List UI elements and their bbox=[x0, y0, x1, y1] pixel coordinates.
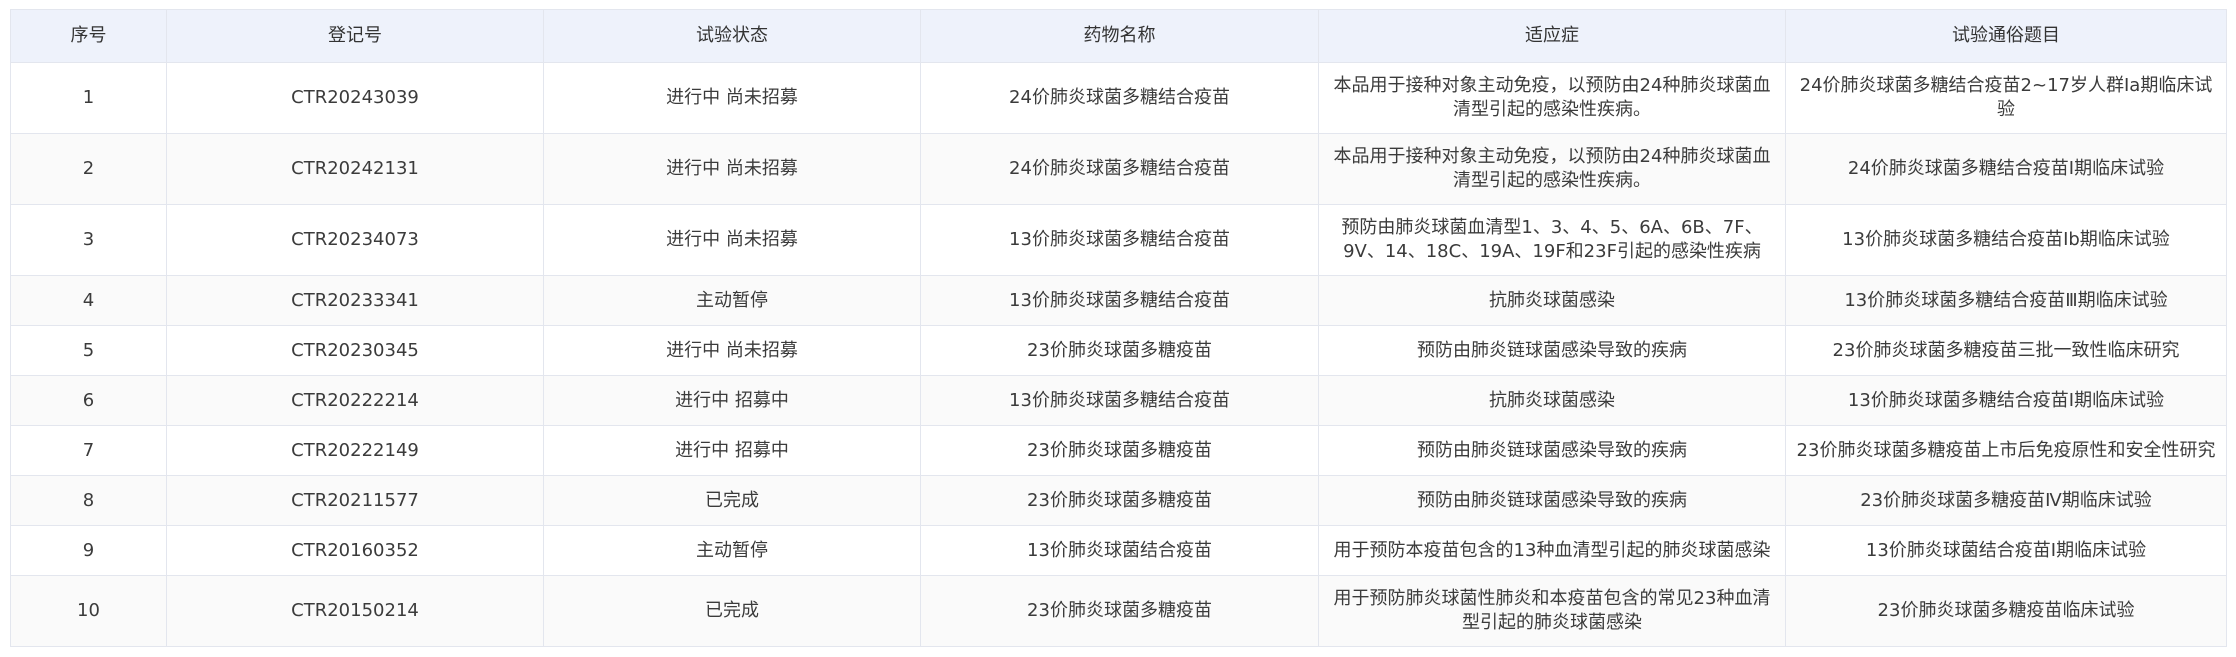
cell-registration: CTR20242131 bbox=[166, 133, 544, 205]
clinical-trials-table: 序号 登记号 试验状态 药物名称 适应症 试验通俗题目 1 CTR2024303… bbox=[10, 9, 2227, 647]
cell-registration: CTR20233341 bbox=[166, 275, 544, 326]
cell-status: 主动暂停 bbox=[543, 275, 921, 326]
table-row: 6 CTR20222214 进行中 招募中 13价肺炎球菌多糖结合疫苗 抗肺炎球… bbox=[10, 375, 2227, 426]
cell-drug: 23价肺炎球菌多糖疫苗 bbox=[920, 425, 1319, 476]
cell-title: 23价肺炎球菌多糖疫苗临床试验 bbox=[1785, 575, 2227, 647]
table-row: 5 CTR20230345 进行中 尚未招募 23价肺炎球菌多糖疫苗 预防由肺炎… bbox=[10, 325, 2227, 376]
cell-drug: 23价肺炎球菌多糖疫苗 bbox=[920, 575, 1319, 647]
cell-drug: 23价肺炎球菌多糖疫苗 bbox=[920, 325, 1319, 376]
column-header-indication: 适应症 bbox=[1318, 9, 1786, 63]
cell-status: 进行中 尚未招募 bbox=[543, 204, 921, 276]
cell-indication: 本品用于接种对象主动免疫，以预防由24种肺炎球菌血清型引起的感染性疾病。 bbox=[1318, 133, 1786, 205]
table-row: 4 CTR20233341 主动暂停 13价肺炎球菌多糖结合疫苗 抗肺炎球菌感染… bbox=[10, 275, 2227, 326]
cell-status: 进行中 尚未招募 bbox=[543, 133, 921, 205]
cell-no: 9 bbox=[10, 525, 167, 576]
cell-status: 进行中 尚未招募 bbox=[543, 325, 921, 376]
cell-status: 已完成 bbox=[543, 475, 921, 526]
table-row: 3 CTR20234073 进行中 尚未招募 13价肺炎球菌多糖结合疫苗 预防由… bbox=[10, 204, 2227, 276]
table-row: 2 CTR20242131 进行中 尚未招募 24价肺炎球菌多糖结合疫苗 本品用… bbox=[10, 133, 2227, 205]
cell-indication: 抗肺炎球菌感染 bbox=[1318, 375, 1786, 426]
cell-indication: 本品用于接种对象主动免疫，以预防由24种肺炎球菌血清型引起的感染性疾病。 bbox=[1318, 62, 1786, 134]
cell-no: 2 bbox=[10, 133, 167, 205]
cell-registration: CTR20160352 bbox=[166, 525, 544, 576]
cell-drug: 13价肺炎球菌多糖结合疫苗 bbox=[920, 275, 1319, 326]
cell-title: 13价肺炎球菌多糖结合疫苗Ⅰb期临床试验 bbox=[1785, 204, 2227, 276]
table-row: 1 CTR20243039 进行中 尚未招募 24价肺炎球菌多糖结合疫苗 本品用… bbox=[10, 62, 2227, 134]
cell-status: 已完成 bbox=[543, 575, 921, 647]
cell-status: 进行中 招募中 bbox=[543, 425, 921, 476]
cell-indication: 用于预防肺炎球菌性肺炎和本疫苗包含的常见23种血清型引起的肺炎球菌感染 bbox=[1318, 575, 1786, 647]
cell-title: 23价肺炎球菌多糖疫苗Ⅳ期临床试验 bbox=[1785, 475, 2227, 526]
cell-indication: 预防由肺炎球菌血清型1、3、4、5、6A、6B、7F、9V、14、18C、19A… bbox=[1318, 204, 1786, 276]
cell-drug: 13价肺炎球菌结合疫苗 bbox=[920, 525, 1319, 576]
cell-title: 13价肺炎球菌多糖结合疫苗Ⅲ期临床试验 bbox=[1785, 275, 2227, 326]
cell-drug: 24价肺炎球菌多糖结合疫苗 bbox=[920, 62, 1319, 134]
cell-indication: 预防由肺炎链球菌感染导致的疾病 bbox=[1318, 425, 1786, 476]
cell-no: 10 bbox=[10, 575, 167, 647]
cell-indication: 预防由肺炎链球菌感染导致的疾病 bbox=[1318, 325, 1786, 376]
cell-status: 主动暂停 bbox=[543, 525, 921, 576]
cell-registration: CTR20234073 bbox=[166, 204, 544, 276]
cell-title: 13价肺炎球菌多糖结合疫苗Ⅰ期临床试验 bbox=[1785, 375, 2227, 426]
cell-title: 13价肺炎球菌结合疫苗Ⅰ期临床试验 bbox=[1785, 525, 2227, 576]
cell-status: 进行中 尚未招募 bbox=[543, 62, 921, 134]
cell-indication: 抗肺炎球菌感染 bbox=[1318, 275, 1786, 326]
column-header-status: 试验状态 bbox=[543, 9, 921, 63]
table-row: 8 CTR20211577 已完成 23价肺炎球菌多糖疫苗 预防由肺炎链球菌感染… bbox=[10, 475, 2227, 526]
table-header: 序号 登记号 试验状态 药物名称 适应症 试验通俗题目 bbox=[10, 9, 2227, 63]
cell-title: 24价肺炎球菌多糖结合疫苗2~17岁人群Ⅰa期临床试验 bbox=[1785, 62, 2227, 134]
column-header-registration: 登记号 bbox=[166, 9, 544, 63]
table-body: 1 CTR20243039 进行中 尚未招募 24价肺炎球菌多糖结合疫苗 本品用… bbox=[10, 62, 2227, 647]
cell-drug: 13价肺炎球菌多糖结合疫苗 bbox=[920, 204, 1319, 276]
cell-no: 6 bbox=[10, 375, 167, 426]
cell-registration: CTR20243039 bbox=[166, 62, 544, 134]
cell-indication: 预防由肺炎链球菌感染导致的疾病 bbox=[1318, 475, 1786, 526]
cell-no: 3 bbox=[10, 204, 167, 276]
cell-drug: 23价肺炎球菌多糖疫苗 bbox=[920, 475, 1319, 526]
cell-drug: 13价肺炎球菌多糖结合疫苗 bbox=[920, 375, 1319, 426]
cell-drug: 24价肺炎球菌多糖结合疫苗 bbox=[920, 133, 1319, 205]
cell-title: 24价肺炎球菌多糖结合疫苗Ⅰ期临床试验 bbox=[1785, 133, 2227, 205]
cell-no: 7 bbox=[10, 425, 167, 476]
column-header-no: 序号 bbox=[10, 9, 167, 63]
table-row: 9 CTR20160352 主动暂停 13价肺炎球菌结合疫苗 用于预防本疫苗包含… bbox=[10, 525, 2227, 576]
cell-registration: CTR20230345 bbox=[166, 325, 544, 376]
cell-registration: CTR20222214 bbox=[166, 375, 544, 426]
cell-registration: CTR20150214 bbox=[166, 575, 544, 647]
cell-title: 23价肺炎球菌多糖疫苗三批一致性临床研究 bbox=[1785, 325, 2227, 376]
cell-title: 23价肺炎球菌多糖疫苗上市后免疫原性和安全性研究 bbox=[1785, 425, 2227, 476]
trial-table-container: 序号 登记号 试验状态 药物名称 适应症 试验通俗题目 1 CTR2024303… bbox=[10, 9, 2227, 647]
header-row: 序号 登记号 试验状态 药物名称 适应症 试验通俗题目 bbox=[10, 9, 2227, 63]
cell-no: 5 bbox=[10, 325, 167, 376]
cell-indication: 用于预防本疫苗包含的13种血清型引起的肺炎球菌感染 bbox=[1318, 525, 1786, 576]
table-row: 10 CTR20150214 已完成 23价肺炎球菌多糖疫苗 用于预防肺炎球菌性… bbox=[10, 575, 2227, 647]
cell-registration: CTR20222149 bbox=[166, 425, 544, 476]
table-row: 7 CTR20222149 进行中 招募中 23价肺炎球菌多糖疫苗 预防由肺炎链… bbox=[10, 425, 2227, 476]
cell-no: 8 bbox=[10, 475, 167, 526]
column-header-drug: 药物名称 bbox=[920, 9, 1319, 63]
cell-status: 进行中 招募中 bbox=[543, 375, 921, 426]
cell-no: 4 bbox=[10, 275, 167, 326]
column-header-title: 试验通俗题目 bbox=[1785, 9, 2227, 63]
cell-no: 1 bbox=[10, 62, 167, 134]
cell-registration: CTR20211577 bbox=[166, 475, 544, 526]
